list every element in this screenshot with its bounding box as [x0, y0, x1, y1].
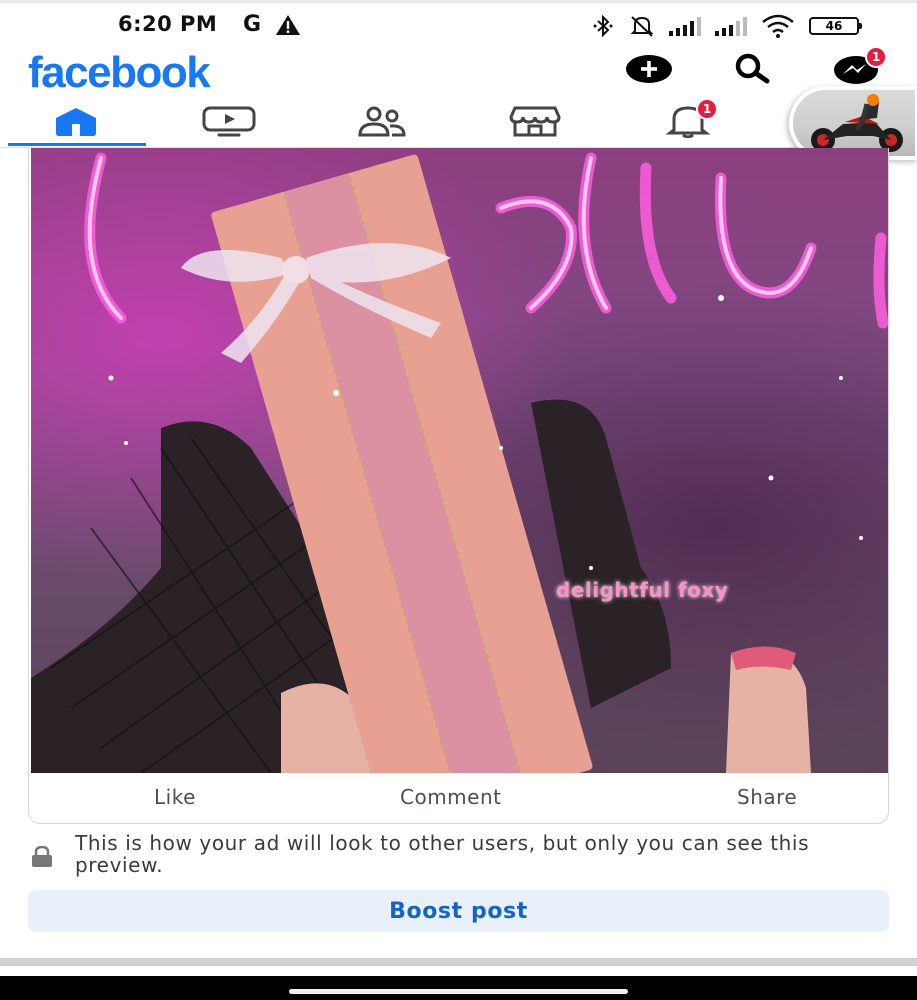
main-nav: 1: [0, 86, 917, 160]
media-overlay-text: delightful foxy: [556, 578, 729, 602]
avatar: [793, 90, 915, 156]
motorcycle-rider-image: [811, 94, 903, 152]
post-actions: Like Comment Share: [29, 773, 888, 823]
boost-post-button[interactable]: Boost post: [28, 890, 889, 932]
search-button[interactable]: [729, 52, 775, 86]
google-icon: G: [243, 12, 262, 37]
messenger-badge: 1: [865, 46, 887, 68]
status-time-text: 6:20 PM: [118, 12, 218, 36]
post-media[interactable]: delightful foxy: [31, 148, 888, 773]
tab-notifications[interactable]: 1: [628, 96, 748, 146]
app-header: facebook 1: [0, 46, 917, 97]
like-button[interactable]: Like: [154, 785, 196, 809]
mute-icon: [630, 16, 654, 37]
status-time: 6:20 PM: [118, 12, 217, 36]
video-icon: [202, 106, 256, 137]
tab-friends[interactable]: [322, 96, 442, 146]
home-icon: [56, 108, 96, 136]
gift-box-image: [31, 152, 888, 773]
notifications-badge: 1: [696, 98, 718, 120]
status-right-icons: 46: [591, 12, 862, 40]
tab-home[interactable]: [16, 96, 136, 146]
search-icon: [735, 53, 770, 84]
home-gesture-bar[interactable]: [289, 989, 628, 994]
ad-preview-text: This is how your ad will look to other u…: [75, 831, 810, 877]
system-navigation-bar: [0, 976, 917, 1000]
marketplace-icon: [509, 106, 561, 137]
signal-icon: [669, 16, 701, 36]
messenger-button[interactable]: 1: [833, 46, 887, 86]
post-card: delightful foxy Like Comment Share: [28, 148, 889, 824]
signal-icon-2: [715, 16, 747, 36]
friends-icon: [358, 106, 406, 137]
battery-icon: 46: [809, 17, 862, 35]
warning-icon: [276, 14, 301, 35]
create-button[interactable]: [626, 52, 672, 86]
boost-post-label: Boost post: [389, 898, 528, 924]
section-divider: [0, 958, 917, 966]
tab-video[interactable]: [169, 96, 289, 146]
active-tab-indicator: [8, 143, 146, 146]
plus-icon: [626, 55, 672, 83]
lock-icon: [32, 846, 52, 867]
bluetooth-icon: [593, 14, 613, 38]
comment-button[interactable]: Comment: [400, 785, 502, 809]
tab-marketplace[interactable]: [475, 96, 595, 146]
share-button[interactable]: Share: [737, 785, 797, 809]
status-bar: 6:20 PM G 46: [0, 0, 917, 52]
facebook-logo[interactable]: facebook: [28, 48, 211, 98]
status-left-icons: G: [243, 12, 301, 37]
battery-level: 46: [825, 19, 843, 33]
wifi-icon: [762, 14, 794, 38]
